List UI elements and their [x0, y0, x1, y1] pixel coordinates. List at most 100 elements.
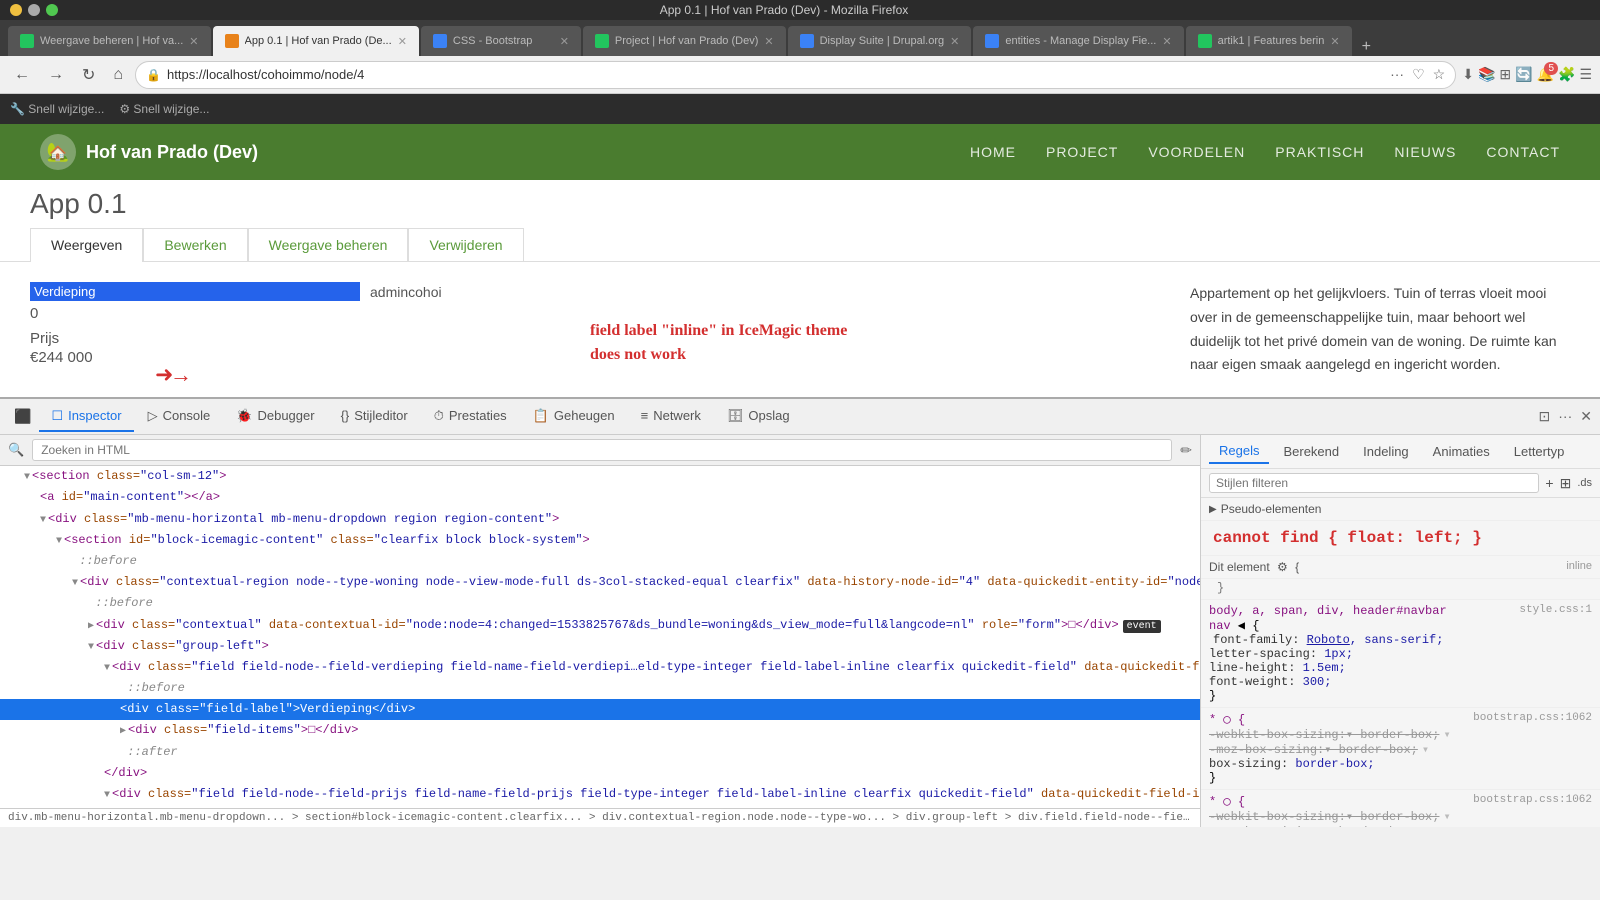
html-line-6: ▼<div class="contextual-region node--typ… — [0, 572, 1200, 593]
new-tab-button[interactable]: + — [1354, 38, 1379, 56]
navigation-bar: ← → ↻ ⌂ 🔒 https://localhost/cohoimmo/nod… — [0, 56, 1600, 94]
pseudo-elements-toggle[interactable]: ▶ Pseudo-elementen — [1201, 498, 1600, 521]
tab-close-1[interactable]: ✕ — [189, 35, 198, 48]
element-open-brace: { — [1295, 560, 1299, 574]
tab-bar: Weergave beheren | Hof va... ✕ App 0.1 |… — [0, 20, 1600, 56]
library-icon[interactable]: 📚 — [1478, 66, 1495, 83]
dit-element-section: Dit element ⚙ { inline — [1201, 556, 1600, 579]
tab-close-2[interactable]: ✕ — [398, 35, 407, 48]
node-tabs: Weergeven Bewerken Weergave beheren Verw… — [30, 228, 1570, 261]
minimize-button[interactable] — [10, 4, 22, 16]
node-main: field label "inline" in IceMagic theme d… — [30, 282, 1160, 377]
styles-tab-regels[interactable]: Regels — [1209, 439, 1269, 464]
tab-close-7[interactable]: ✕ — [1330, 35, 1339, 48]
tab-weergeven[interactable]: Weergeven — [30, 228, 143, 262]
tab-label-7: artik1 | Features berin — [1218, 35, 1325, 47]
forward-button[interactable]: → — [42, 64, 70, 86]
devtools-toolbar: ⬛ ☐ Inspector ▷ Console 🐞 Debugger {} St… — [0, 399, 1600, 435]
rule-selector-star-1: * ◯ { — [1209, 712, 1245, 727]
html-line-12-selected[interactable]: <div class="field-label">Verdieping</div… — [0, 699, 1200, 720]
styles-add-button[interactable]: + — [1545, 475, 1553, 491]
tab-close-4[interactable]: ✕ — [764, 35, 773, 48]
search-icon: 🔍 — [8, 442, 24, 458]
devtools-more-icon[interactable]: ··· — [1558, 408, 1572, 425]
menu-icon[interactable]: ☰ — [1579, 66, 1592, 83]
tab-favicon-4 — [595, 34, 609, 48]
devtools-select-button[interactable]: ⬛ — [8, 404, 37, 429]
tab-label-4: Project | Hof van Prado (Dev) — [615, 35, 758, 47]
notification-badge: 5 — [1544, 62, 1558, 75]
devtools-tab-netwerk[interactable]: ≡ Netwerk — [629, 402, 713, 431]
styles-ds-button[interactable]: .ds — [1577, 477, 1592, 489]
html-search-input[interactable] — [32, 439, 1172, 461]
admin-bar-item-1[interactable]: 🔧 Snell wijzige... — [10, 102, 104, 116]
field-verdieping: Verdieping admincohoi — [30, 282, 1160, 301]
tab-bootstrap[interactable]: CSS - Bootstrap ✕ — [421, 26, 581, 56]
nav-project[interactable]: PROJECT — [1046, 144, 1118, 160]
nav-home[interactable]: HOME — [970, 144, 1016, 160]
tab-close-3[interactable]: ✕ — [560, 35, 569, 48]
nav-voordelen[interactable]: VOORDELEN — [1148, 144, 1245, 160]
nav-contact[interactable]: CONTACT — [1486, 144, 1560, 160]
devtools-tab-stijleditor[interactable]: {} Stijleditor — [329, 402, 420, 431]
maximize-button[interactable] — [46, 4, 58, 16]
devtools-tab-opslag[interactable]: 🗄 Opslag — [715, 402, 802, 432]
extensions-icon[interactable]: 🧩 — [1558, 66, 1575, 83]
styles-filter-input[interactable] — [1209, 473, 1539, 493]
html-line-1: ▼<section class="col-sm-12"> — [0, 466, 1200, 487]
rule-font-family: font-family: Roboto, sans-serif; — [1209, 633, 1592, 647]
home-button[interactable]: ⌂ — [107, 64, 129, 86]
site-logo: 🏡 Hof van Prado (Dev) — [40, 134, 258, 170]
download-icon[interactable]: ⬇ — [1462, 66, 1474, 83]
bookmark-icon[interactable]: ♡ — [1412, 66, 1425, 83]
devtools-tab-console[interactable]: ▷ Console — [136, 402, 223, 432]
more-icon[interactable]: ··· — [1390, 66, 1404, 83]
sync-icon[interactable]: 🔄 — [1515, 66, 1532, 83]
devtools-tab-prestaties[interactable]: ⏱ Prestaties — [422, 402, 519, 432]
tab-project[interactable]: Project | Hof van Prado (Dev) ✕ — [583, 26, 786, 56]
tab-favicon-1 — [20, 34, 34, 48]
admin-bar-item-2[interactable]: ⚙ Snell wijzige... — [119, 102, 209, 116]
devtools-tab-geheugen[interactable]: 📋 Geheugen — [521, 402, 627, 432]
devtools-close-icon[interactable]: ✕ — [1580, 408, 1592, 425]
tab-verwijderen[interactable]: Verwijderen — [408, 228, 523, 261]
html-line-9: ▼<div class="group-left"> — [0, 636, 1200, 657]
tab-close-6[interactable]: ✕ — [1162, 35, 1171, 48]
title-bar: App 0.1 | Hof van Prado (Dev) - Mozilla … — [0, 0, 1600, 20]
nav-nieuws[interactable]: NIEUWS — [1394, 144, 1456, 160]
field-admin-value: admincohoi — [370, 284, 442, 300]
styles-tab-lettertyp[interactable]: Lettertyp — [1504, 440, 1575, 463]
sidebar-icon[interactable]: ⊞ — [1499, 66, 1511, 83]
netwerk-label: Netwerk — [653, 408, 701, 423]
devtools-dock-icon[interactable]: ⊡ — [1539, 408, 1551, 425]
node-sidebar: Appartement op het gelijkvloers. Tuin of… — [1190, 282, 1570, 377]
gear-icon[interactable]: ⚙ — [1277, 560, 1288, 574]
tab-bewerken[interactable]: Bewerken — [143, 228, 247, 261]
nav-praktisch[interactable]: PRAKTISCH — [1275, 144, 1364, 160]
address-bar[interactable]: 🔒 https://localhost/cohoimmo/node/4 ··· … — [135, 61, 1456, 89]
restore-button[interactable] — [28, 4, 40, 16]
notifications-icon[interactable]: 🔔5 — [1537, 66, 1554, 83]
rule-webkit-box-1: -webkit-box-sizing:▾ border-box;▾ — [1209, 727, 1592, 742]
site-navigation: HOME PROJECT VOORDELEN PRAKTISCH NIEUWS … — [970, 144, 1560, 160]
html-line-8: ▶<div class="contextual" data-contextual… — [0, 615, 1200, 636]
tab-weergave[interactable]: Weergave beheren | Hof va... ✕ — [8, 26, 211, 56]
styles-tab-indeling[interactable]: Indeling — [1353, 440, 1419, 463]
tab-app01[interactable]: App 0.1 | Hof van Prado (De... ✕ — [213, 26, 419, 56]
reload-button[interactable]: ↻ — [76, 63, 101, 87]
tab-close-5[interactable]: ✕ — [950, 35, 959, 48]
tab-entities[interactable]: entities - Manage Display Fie... ✕ — [973, 26, 1183, 56]
html-pencil-icon[interactable]: ✏ — [1180, 442, 1192, 459]
styles-copy-button[interactable]: ⊞ — [1560, 475, 1572, 492]
back-button[interactable]: ← — [8, 64, 36, 86]
tab-weergave-beheren[interactable]: Weergave beheren — [248, 228, 409, 261]
address-actions: ··· ♡ ☆ — [1390, 66, 1445, 83]
styles-tab-animaties[interactable]: Animaties — [1423, 440, 1500, 463]
devtools-tab-inspector[interactable]: ☐ Inspector — [39, 402, 133, 432]
star-icon[interactable]: ☆ — [1433, 66, 1446, 83]
styles-tab-berekend[interactable]: Berekend — [1273, 440, 1349, 463]
tab-artik1[interactable]: artik1 | Features berin ✕ — [1186, 26, 1352, 56]
tab-display-suite[interactable]: Display Suite | Drupal.org ✕ — [788, 26, 972, 56]
html-line-13: ▶<div class="field-items">□</div> — [0, 720, 1200, 741]
devtools-tab-debugger[interactable]: 🐞 Debugger — [224, 402, 326, 432]
